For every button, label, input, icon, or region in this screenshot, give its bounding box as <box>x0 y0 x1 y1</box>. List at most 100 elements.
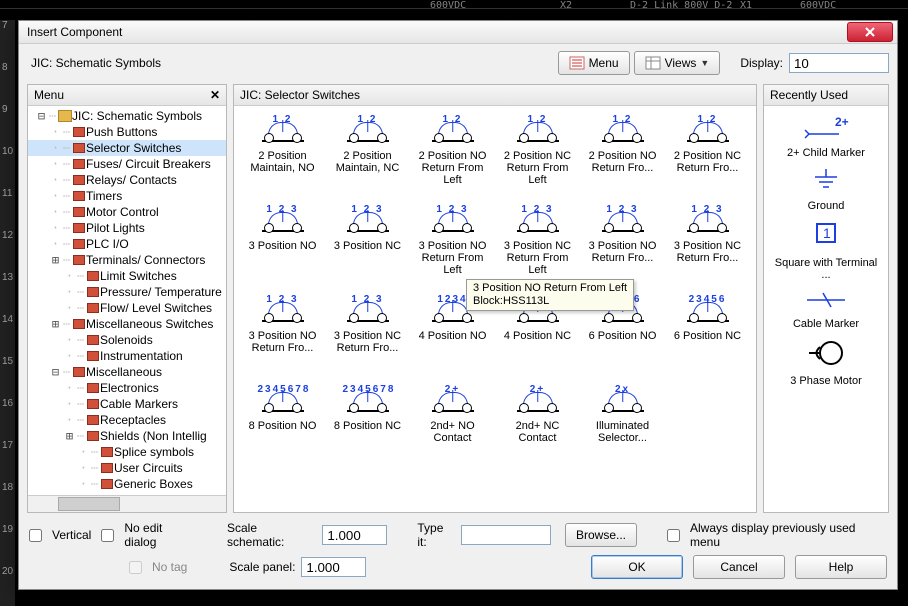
tree-item[interactable]: ⊟┄ JIC: Schematic Symbols <box>28 108 226 124</box>
symbol-label: 3 Position NC Return From Left <box>497 240 579 276</box>
svg-text:1: 1 <box>823 225 831 241</box>
scale-panel-field: Scale panel: <box>229 557 366 577</box>
tree-item[interactable]: ·┄ Fuses/ Circuit Breakers <box>28 156 226 172</box>
display-input[interactable] <box>789 53 889 73</box>
symbol-cell[interactable]: 1 2 33 Position NO <box>240 202 325 284</box>
svg-text:2+: 2+ <box>835 115 849 129</box>
tree-item[interactable]: ·┄ Selector Switches <box>28 140 226 156</box>
tree-item[interactable]: ·┄ Receptacles <box>28 412 226 428</box>
symbol-cell[interactable]: 2+2nd+ NC Contact <box>495 382 580 464</box>
menu-button-label: Menu <box>589 56 619 70</box>
tree-item[interactable]: ·┄ Timers <box>28 188 226 204</box>
recent-item[interactable]: 1 Square with Terminal ... <box>771 218 881 281</box>
no-tag-checkbox[interactable]: No tag <box>129 560 187 574</box>
tree-item[interactable]: ·┄ Generic Boxes <box>28 476 226 492</box>
menu-panel-close[interactable]: ✕ <box>210 88 220 102</box>
scale-schematic-input[interactable] <box>322 525 387 545</box>
recent-item[interactable]: Cable Marker <box>793 287 859 330</box>
cancel-button[interactable]: Cancel <box>693 555 785 579</box>
symbol-cell[interactable]: 1 22 Position NO Return From Left <box>410 112 495 194</box>
tree-item[interactable]: ·┄ Pressure/ Temperature <box>28 284 226 300</box>
grid-panel-header: JIC: Selector Switches <box>234 85 756 106</box>
recent-item-label: Ground <box>808 200 845 212</box>
symbol-cell[interactable]: 23456788 Position NC <box>325 382 410 464</box>
tree-item[interactable]: ·┄ PLC I/O <box>28 236 226 252</box>
symbol-cell[interactable]: 234566 Position NC <box>665 292 750 374</box>
titlebar[interactable]: Insert Component <box>19 21 897 44</box>
symbol-cell[interactable]: 12344 Position NO <box>410 292 495 374</box>
views-button-label: Views <box>665 56 697 70</box>
ground-icon <box>803 165 849 198</box>
tree-item[interactable]: ·┄ Motor Control <box>28 204 226 220</box>
recent-item[interactable]: 2+ 2+ Child Marker <box>787 112 865 159</box>
tree-horizontal-scrollbar[interactable] <box>28 495 226 512</box>
symbol-label: Illuminated Selector... <box>582 420 664 444</box>
tree-item[interactable]: ·┄ Solenoids <box>28 332 226 348</box>
symbol-cell[interactable]: 1 22 Position Maintain, NO <box>240 112 325 194</box>
symbol-cell[interactable]: 1 2 33 Position NO Return Fro... <box>580 202 665 284</box>
help-button[interactable]: Help <box>795 555 887 579</box>
recent-list[interactable]: 2+ 2+ Child Marker Ground 1 Square with Term… <box>764 106 888 512</box>
recent-item-label: 2+ Child Marker <box>787 147 865 159</box>
symbol-label: 3 Position NO Return Fro... <box>582 240 664 264</box>
menu-icon <box>569 56 585 70</box>
symbol-cell[interactable]: 2xIlluminated Selector... <box>580 382 665 464</box>
always-display-checkbox[interactable]: Always display previously used menu <box>667 521 887 549</box>
symbol-cell[interactable]: 1 2 33 Position NO Return From Left <box>410 202 495 284</box>
symbol-cell[interactable]: 1 22 Position NO Return Fro... <box>580 112 665 194</box>
symbol-label: 2 Position NC Return Fro... <box>667 150 749 174</box>
symbol-cell[interactable]: 23456788 Position NO <box>240 382 325 464</box>
close-button[interactable] <box>847 22 893 42</box>
window-title: Insert Component <box>23 25 847 39</box>
menu-button[interactable]: Menu <box>558 51 630 75</box>
tree-item[interactable]: ·┄ Relays/ Contacts <box>28 172 226 188</box>
tree-item[interactable]: ·┄ Instrumentation <box>28 348 226 364</box>
recent-item-label: Square with Terminal ... <box>771 257 881 281</box>
tree-item[interactable]: ·┄ Pilot Lights <box>28 220 226 236</box>
tree-item[interactable]: ⊞┄ Miscellaneous Switches <box>28 316 226 332</box>
vertical-checkbox[interactable]: Vertical <box>29 528 91 542</box>
menu-panel: Menu ✕ ⊟┄ JIC: Schematic Symbols·┄ Push … <box>27 84 227 513</box>
symbol-label: 3 Position NC Return Fro... <box>327 330 409 354</box>
scale-panel-input[interactable] <box>301 557 366 577</box>
symbol-label: 3 Position NO <box>249 240 317 252</box>
menu-panel-header: Menu ✕ <box>28 85 226 106</box>
symbol-cell[interactable]: 1 2 33 Position NC Return From Left <box>495 202 580 284</box>
tree-item[interactable]: ·┄ Flow/ Level Switches <box>28 300 226 316</box>
symbol-cell[interactable]: 1 2 33 Position NC Return Fro... <box>325 292 410 374</box>
recent-panel-header: Recently Used <box>764 85 888 106</box>
symbol-label: 2 Position NO Return From Left <box>412 150 494 186</box>
dialog-footer: Vertical No edit dialog Scale schematic:… <box>19 517 897 589</box>
motor-icon <box>803 336 849 373</box>
ok-button[interactable]: OK <box>591 555 683 579</box>
type-it-input[interactable] <box>461 525 551 545</box>
symbol-cell[interactable]: 12344 Position NC <box>495 292 580 374</box>
tree-item[interactable]: ·┄ Push Buttons <box>28 124 226 140</box>
symbol-cell[interactable]: 1 22 Position Maintain, NC <box>325 112 410 194</box>
tree-item[interactable]: ·┄ User Circuits <box>28 460 226 476</box>
tree-item[interactable]: ·┄ Electronics <box>28 380 226 396</box>
symbol-cell[interactable]: 1 2 33 Position NC <box>325 202 410 284</box>
symbol-cell[interactable]: 1 22 Position NC Return From Left <box>495 112 580 194</box>
tree-item[interactable]: ·┄ Cable Markers <box>28 396 226 412</box>
menu-tree[interactable]: ⊟┄ JIC: Schematic Symbols·┄ Push Buttons… <box>28 106 226 495</box>
tree-item[interactable]: ⊞┄ Terminals/ Connectors <box>28 252 226 268</box>
tree-item[interactable]: ⊟┄ Miscellaneous <box>28 364 226 380</box>
symbol-cell[interactable]: 1 22 Position NC Return Fro... <box>665 112 750 194</box>
symbol-grid[interactable]: 1 22 Position Maintain, NO1 22 Position … <box>234 106 756 512</box>
recent-item[interactable]: Ground <box>803 165 849 212</box>
views-button[interactable]: Views ▼ <box>634 51 721 75</box>
tree-item[interactable]: ·┄ Limit Switches <box>28 268 226 284</box>
symbol-cell[interactable]: 234566 Position NO <box>580 292 665 374</box>
symbol-cell[interactable]: 1 2 33 Position NO Return Fro... <box>240 292 325 374</box>
tree-item[interactable]: ·┄ Splice symbols <box>28 444 226 460</box>
symbol-cell[interactable]: 1 2 33 Position NC Return Fro... <box>665 202 750 284</box>
browse-button[interactable]: Browse... <box>565 523 637 547</box>
symbol-cell[interactable]: 2+2nd+ NO Contact <box>410 382 495 464</box>
tree-item[interactable]: ⊞┄ Shields (Non Intellig <box>28 428 226 444</box>
no-edit-checkbox[interactable]: No edit dialog <box>101 521 197 549</box>
type-it-field: Type it: <box>417 521 551 549</box>
recent-item[interactable]: 3 Phase Motor <box>790 336 862 387</box>
symbol-label: 8 Position NC <box>334 420 401 432</box>
top-toolbar: JIC: Schematic Symbols Menu Views ▼ Disp… <box>19 44 897 78</box>
